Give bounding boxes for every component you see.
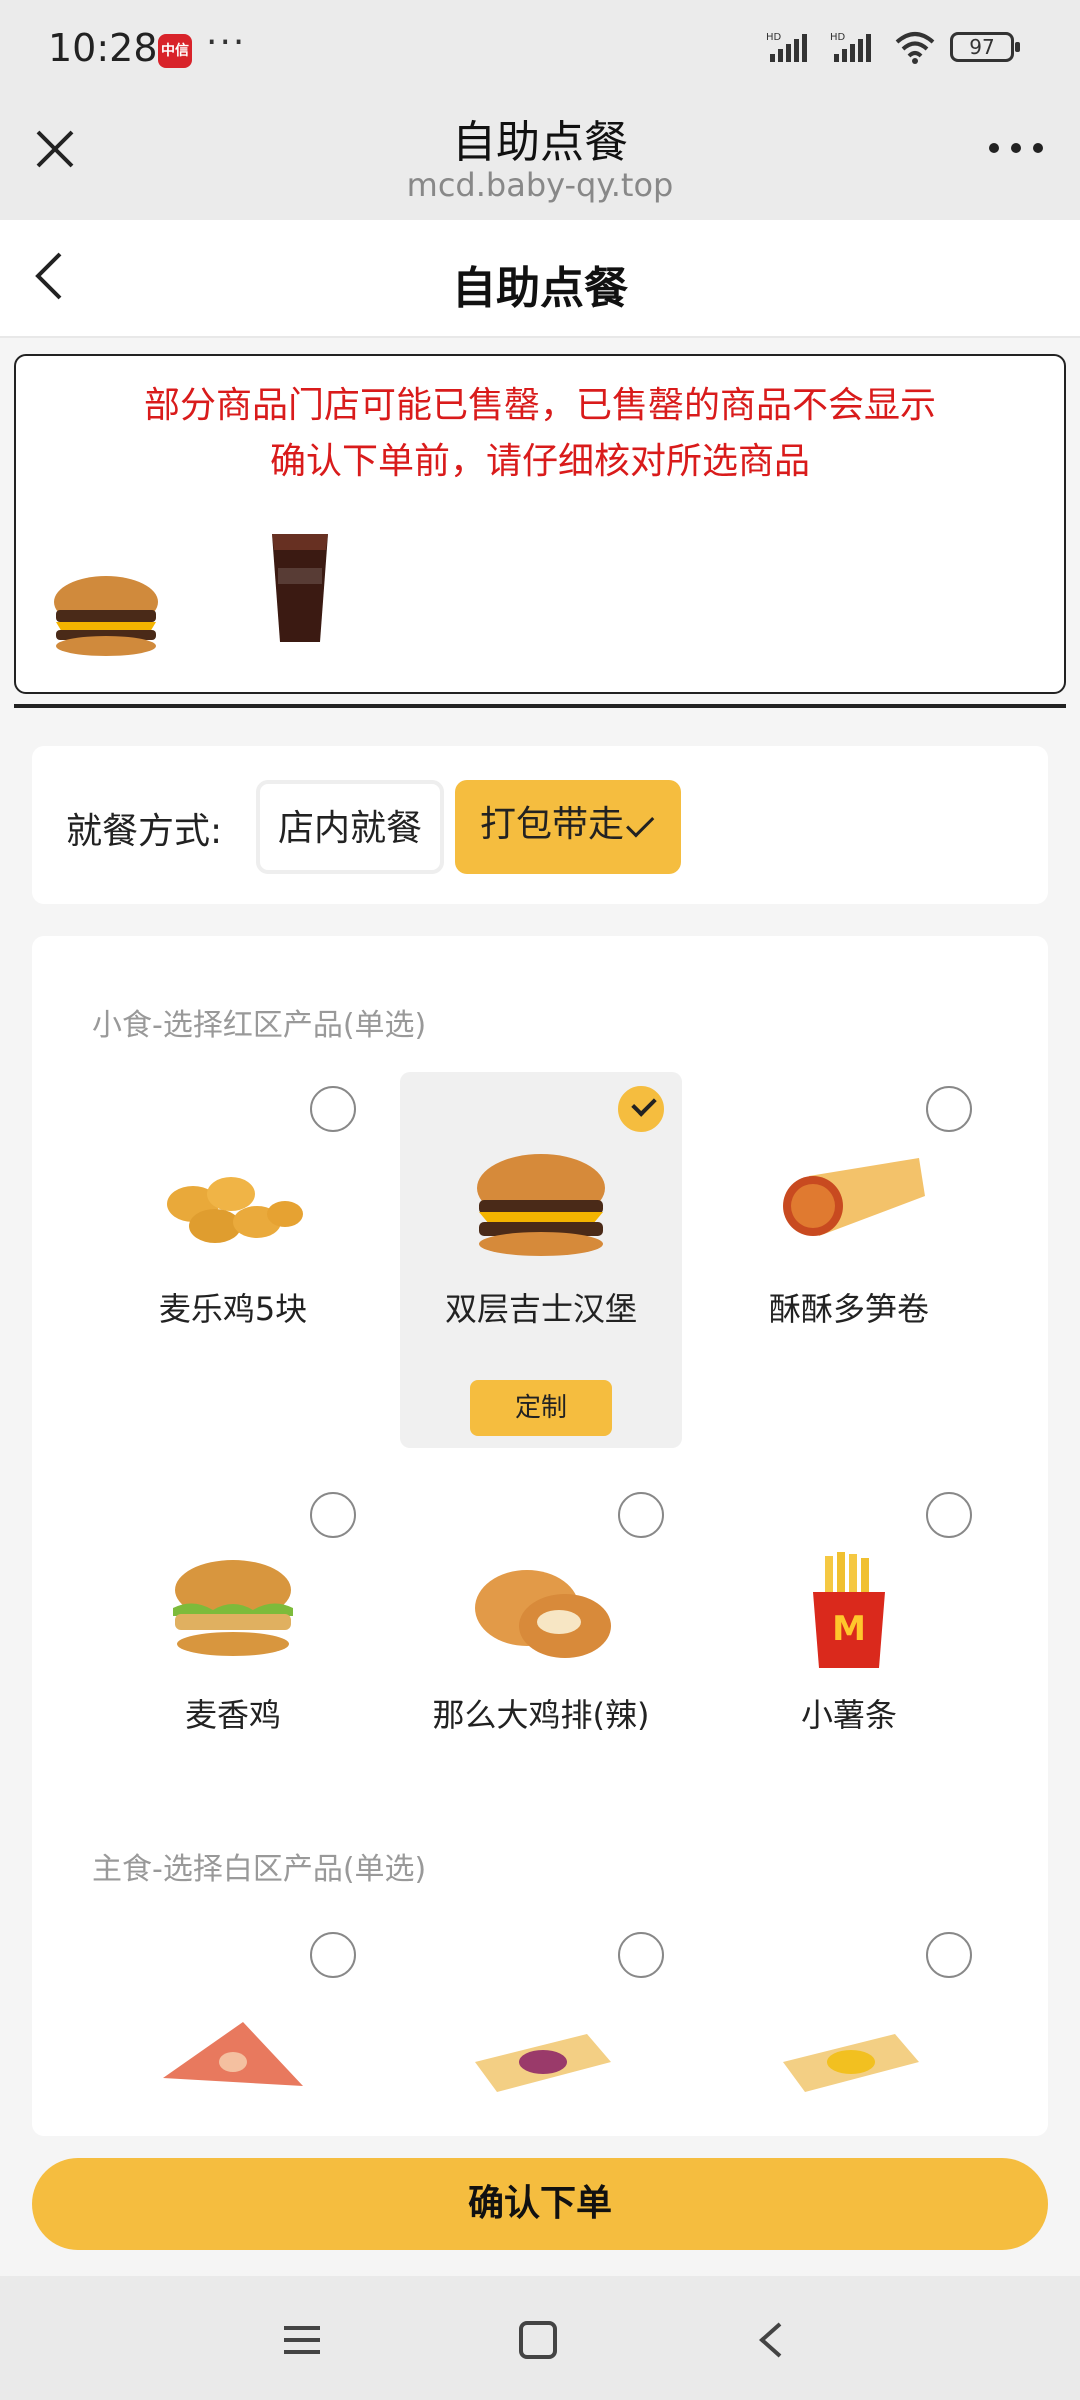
takeaway-label: 打包带走 [479, 804, 624, 845]
takeaway-button[interactable]: 打包带走 [455, 780, 681, 874]
dining-mode-label: 就餐方式: [66, 811, 223, 852]
battery-icon: 97 [950, 32, 1020, 62]
radio-button[interactable] [310, 1492, 356, 1538]
product-name: 酥酥多笋卷 [768, 1290, 929, 1328]
radio-button[interactable] [618, 1932, 664, 1978]
product-name: 麦香鸡 [184, 1696, 281, 1734]
section-title-mains: 主食-选择白区产品(单选) [92, 1852, 427, 1887]
product-card[interactable] [92, 1918, 374, 2136]
product-card[interactable]: 麦乐鸡5块 [92, 1072, 374, 1448]
product-card[interactable] [400, 1918, 682, 2136]
status-bar: 10:28 中信 ··· HD HD 97 [0, 0, 1080, 96]
status-time: 10:28 [48, 26, 158, 70]
product-card[interactable]: 那么大鸡排(辣) [400, 1478, 682, 1854]
browser-url: mcd.baby-qy.top [406, 166, 674, 204]
chicken-fillet-image [475, 1570, 611, 1658]
pie-image [163, 2022, 303, 2086]
radio-button[interactable] [310, 1932, 356, 1978]
svg-text:HD: HD [830, 32, 846, 43]
product-name: 麦乐鸡5块 [158, 1290, 308, 1328]
nuggets-image [167, 1177, 303, 1243]
product-name: 那么大鸡排(辣) [432, 1696, 650, 1734]
svg-text:HD: HD [766, 32, 782, 43]
product-card[interactable]: 酥酥多笋卷 [708, 1072, 990, 1448]
confirm-order-button[interactable]: 确认下单 [32, 2158, 1048, 2250]
svg-text:M: M [832, 1609, 866, 1649]
bank-app-icon: 中信 [158, 34, 192, 68]
fries-image: M [813, 1552, 885, 1668]
more-icon[interactable] [986, 138, 1046, 158]
chicken-wrap-image [783, 1158, 925, 1236]
burger-image [54, 576, 158, 656]
product-card[interactable]: M 小薯条 [708, 1478, 990, 1854]
radio-button[interactable] [926, 1492, 972, 1538]
notice-line-1: 部分商品门店可能已售罄，已售罄的商品不会显示 [143, 385, 936, 426]
sold-out-notice: 部分商品门店可能已售罄，已售罄的商品不会显示 确认下单前，请仔细核对所选商品 [14, 354, 1066, 694]
dine-in-button[interactable]: 店内就餐 [256, 780, 444, 874]
chicken-burger-image [173, 1560, 293, 1656]
browser-bar: 自助点餐 mcd.baby-qy.top [0, 96, 1080, 220]
cola-image [272, 534, 328, 642]
radio-button[interactable] [310, 1086, 356, 1132]
more-notifications-icon: ··· [206, 22, 247, 63]
wifi-icon [895, 32, 935, 64]
page-header: 自助点餐 [0, 220, 1080, 338]
home-icon[interactable] [518, 2320, 558, 2360]
radio-button-checked[interactable] [618, 1086, 664, 1132]
notice-line-2: 确认下单前，请仔细核对所选商品 [269, 441, 810, 482]
product-name: 小薯条 [800, 1696, 897, 1734]
pie-image [475, 2034, 611, 2092]
radio-button[interactable] [926, 1086, 972, 1132]
back-nav-icon[interactable] [752, 2320, 792, 2360]
radio-button[interactable] [618, 1492, 664, 1538]
page-title: 自助点餐 [452, 263, 628, 314]
divider [14, 704, 1066, 708]
double-cheeseburger-image [477, 1154, 605, 1256]
customize-button[interactable]: 定制 [470, 1380, 612, 1436]
radio-button[interactable] [926, 1932, 972, 1978]
section-title-snacks: 小食-选择红区产品(单选) [92, 1008, 427, 1043]
dining-mode-panel: 就餐方式: 店内就餐 打包带走 [32, 746, 1048, 904]
product-card[interactable]: 麦香鸡 [92, 1478, 374, 1854]
system-nav-bar [0, 2276, 1080, 2400]
menu-panel: 小食-选择红区产品(单选) 麦乐鸡5块 双层吉士汉堡 定制 酥酥多笋卷 麦香鸡 … [32, 936, 1048, 2136]
check-icon [626, 809, 655, 838]
status-indicators: HD HD 97 [766, 30, 1020, 64]
browser-title: 自助点餐 [452, 117, 628, 168]
pie-image [783, 2034, 919, 2092]
signal-icon: HD [766, 32, 807, 62]
dine-in-label: 店内就餐 [277, 808, 422, 849]
product-name: 双层吉士汉堡 [444, 1290, 637, 1328]
product-card[interactable] [708, 1918, 990, 2136]
product-card[interactable]: 双层吉士汉堡 定制 [400, 1072, 682, 1448]
menu-icon[interactable] [282, 2320, 322, 2360]
signal-icon: HD [830, 32, 871, 62]
